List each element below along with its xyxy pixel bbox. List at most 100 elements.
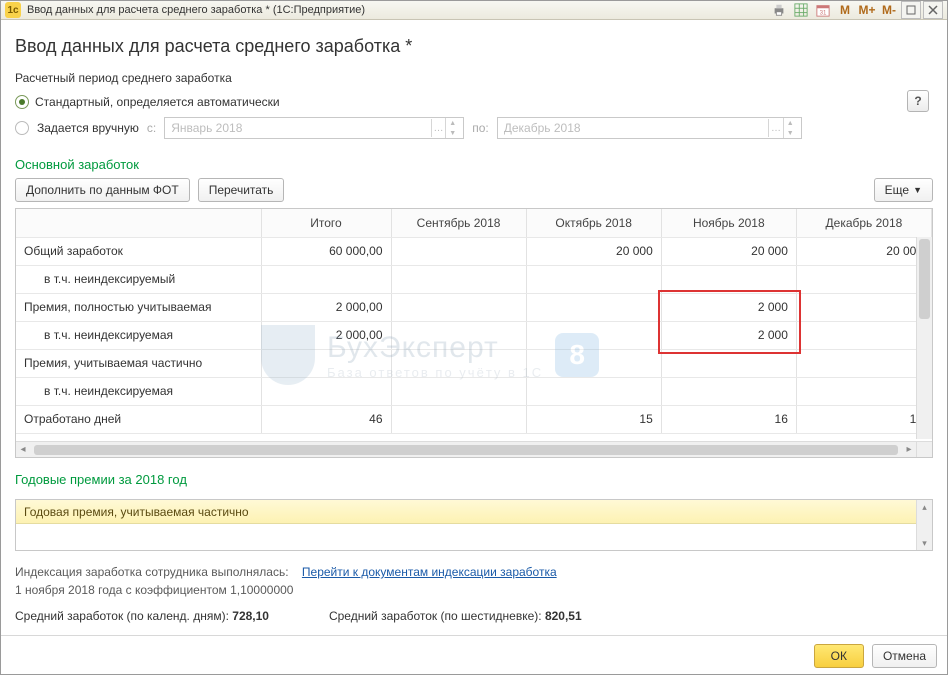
table-row[interactable]: в т.ч. неиндексируемый: [16, 265, 932, 293]
value-cell[interactable]: [796, 349, 931, 377]
from-spin-down-icon[interactable]: ▼: [445, 128, 459, 138]
print-icon[interactable]: [769, 1, 789, 19]
row-label-cell[interactable]: Отработано дней: [16, 405, 261, 433]
value-cell[interactable]: 15: [796, 405, 931, 433]
value-cell[interactable]: [526, 265, 661, 293]
value-cell[interactable]: [391, 265, 526, 293]
recalc-button[interactable]: Перечитать: [198, 178, 285, 202]
value-cell[interactable]: 2 000: [661, 321, 796, 349]
value-cell[interactable]: [661, 349, 796, 377]
value-cell[interactable]: [796, 265, 931, 293]
value-cell[interactable]: [661, 377, 796, 405]
value-cell[interactable]: [261, 349, 391, 377]
m-minus-button[interactable]: M-: [879, 1, 899, 19]
help-button[interactable]: ?: [907, 90, 929, 112]
value-cell[interactable]: 2 000,00: [261, 293, 391, 321]
cancel-button[interactable]: Отмена: [872, 644, 937, 668]
value-cell[interactable]: 15: [526, 405, 661, 433]
row-label-cell[interactable]: в т.ч. неиндексируемый: [16, 265, 261, 293]
col-month-4: Декабрь 2018: [796, 209, 931, 237]
table-row[interactable]: Общий заработок60 000,0020 00020 00020 0…: [16, 237, 932, 265]
value-cell[interactable]: [796, 321, 931, 349]
value-cell[interactable]: 2 000,00: [261, 321, 391, 349]
more-button[interactable]: Еще ▼: [874, 178, 933, 202]
table-row[interactable]: Отработано дней46 151615: [16, 405, 932, 433]
avg-calendar-value: 728,10: [232, 609, 269, 623]
value-cell[interactable]: [261, 377, 391, 405]
value-cell[interactable]: [391, 293, 526, 321]
hscroll-left-icon[interactable]: ◂: [16, 444, 30, 456]
table-icon[interactable]: [791, 1, 811, 19]
table-row[interactable]: в т.ч. неиндексируемая: [16, 377, 932, 405]
annual-scroll-up-icon[interactable]: ▴: [917, 500, 932, 514]
value-cell[interactable]: [391, 349, 526, 377]
table-row[interactable]: Премия, полностью учитываемая2 000,00 2 0…: [16, 293, 932, 321]
value-cell[interactable]: 16: [661, 405, 796, 433]
value-cell[interactable]: [526, 377, 661, 405]
col-rowhead: [16, 209, 261, 237]
value-cell[interactable]: 20 000: [661, 237, 796, 265]
avg-calendar-label: Средний заработок (по календ. дням):: [15, 609, 229, 623]
to-spin-up-icon[interactable]: ▲: [783, 118, 797, 128]
chevron-down-icon: ▼: [913, 185, 922, 195]
value-cell[interactable]: [391, 377, 526, 405]
row-label-cell[interactable]: Премия, учитываемая частично: [16, 349, 261, 377]
hscroll-thumb[interactable]: [34, 445, 898, 455]
radio-manual[interactable]: [15, 121, 29, 135]
value-cell[interactable]: 20 000: [526, 237, 661, 265]
m-plus-button[interactable]: M+: [857, 1, 877, 19]
table-header-row: Итого Сентябрь 2018 Октябрь 2018 Ноябрь …: [16, 209, 932, 237]
minimize-button[interactable]: [901, 1, 921, 19]
app-icon: 1c: [5, 2, 21, 18]
value-cell[interactable]: [796, 293, 931, 321]
m-button[interactable]: M: [835, 1, 855, 19]
row-label-cell[interactable]: Общий заработок: [16, 237, 261, 265]
horizontal-scrollbar[interactable]: ◂ ▸: [16, 441, 916, 457]
vscroll-thumb[interactable]: [919, 239, 930, 319]
table-row[interactable]: Премия, учитываемая частично: [16, 349, 932, 377]
from-spin-up-icon[interactable]: ▲: [445, 118, 459, 128]
dialog-footer: ОК Отмена: [1, 635, 947, 676]
to-spin-down-icon[interactable]: ▼: [783, 128, 797, 138]
annual-table[interactable]: Годовая премия, учитываемая частично ▴ ▾: [15, 499, 933, 551]
table-row[interactable]: в т.ч. неиндексируемая2 000,00 2 000: [16, 321, 932, 349]
calendar-icon[interactable]: 31: [813, 1, 833, 19]
indexation-info: Индексация заработка сотрудника выполнял…: [15, 563, 933, 599]
ok-button[interactable]: ОК: [814, 644, 864, 668]
value-cell[interactable]: [391, 405, 526, 433]
annual-row[interactable]: Годовая премия, учитываемая частично: [16, 500, 932, 524]
value-cell[interactable]: [526, 349, 661, 377]
radio-auto-row[interactable]: Стандартный, определяется автоматически: [15, 95, 933, 109]
value-cell[interactable]: [661, 265, 796, 293]
value-cell[interactable]: [261, 265, 391, 293]
period-to-input[interactable]: [502, 120, 768, 136]
value-cell[interactable]: 20 000: [796, 237, 931, 265]
radio-auto[interactable]: [15, 95, 29, 109]
close-button[interactable]: [923, 1, 943, 19]
earnings-table[interactable]: Итого Сентябрь 2018 Октябрь 2018 Ноябрь …: [16, 209, 932, 434]
to-ellipsis-icon[interactable]: …: [768, 119, 783, 137]
period-to-field[interactable]: … ▲ ▼: [497, 117, 802, 139]
indexation-link[interactable]: Перейти к документам индексации заработк…: [302, 565, 557, 579]
period-from-field[interactable]: … ▲ ▼: [164, 117, 464, 139]
row-label-cell[interactable]: Премия, полностью учитываемая: [16, 293, 261, 321]
period-from-input[interactable]: [169, 120, 431, 136]
annual-scroll-down-icon[interactable]: ▾: [917, 536, 932, 550]
value-cell[interactable]: [391, 237, 526, 265]
fill-from-fot-button[interactable]: Дополнить по данным ФОТ: [15, 178, 190, 202]
indexation-line2: 1 ноября 2018 года с коэффициентом 1,100…: [15, 583, 293, 597]
value-cell[interactable]: 46: [261, 405, 391, 433]
value-cell[interactable]: 2 000: [661, 293, 796, 321]
hscroll-right-icon[interactable]: ▸: [902, 444, 916, 456]
value-cell[interactable]: 60 000,00: [261, 237, 391, 265]
value-cell[interactable]: [796, 377, 931, 405]
value-cell[interactable]: [391, 321, 526, 349]
annual-scrollbar[interactable]: ▴ ▾: [916, 500, 932, 550]
value-cell[interactable]: [526, 293, 661, 321]
vertical-scrollbar[interactable]: [916, 237, 932, 439]
row-label-cell[interactable]: в т.ч. неиндексируемая: [16, 321, 261, 349]
from-ellipsis-icon[interactable]: …: [431, 119, 446, 137]
app-window: 1c Ввод данных для расчета среднего зара…: [0, 0, 948, 675]
value-cell[interactable]: [526, 321, 661, 349]
row-label-cell[interactable]: в т.ч. неиндексируемая: [16, 377, 261, 405]
